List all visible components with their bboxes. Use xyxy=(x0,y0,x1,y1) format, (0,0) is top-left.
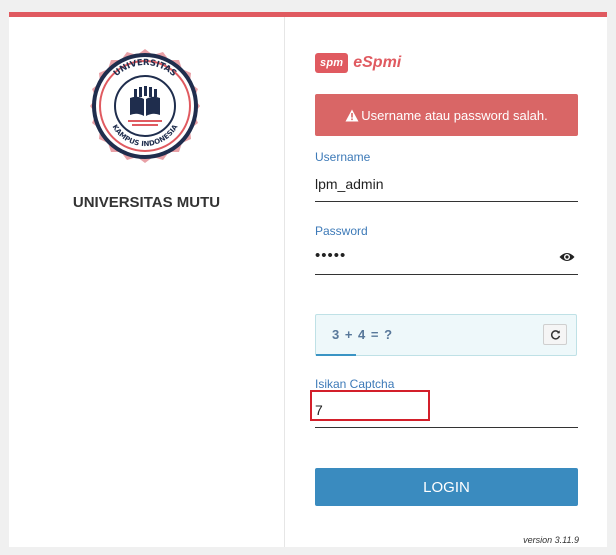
university-name: UNIVERSITAS MUTU xyxy=(72,194,221,211)
warning-icon xyxy=(345,109,359,121)
captcha-highlight-box xyxy=(310,390,430,421)
password-underline xyxy=(315,274,578,275)
refresh-icon xyxy=(550,330,560,340)
refresh-captcha-button[interactable] xyxy=(543,324,567,345)
right-panel: spm eSpmi Username atau password salah. … xyxy=(315,17,579,547)
captcha-box: 3 + 4 = ? xyxy=(315,314,577,356)
captcha-question: 3 + 4 = ? xyxy=(332,327,394,342)
password-input[interactable]: ••••• xyxy=(315,247,346,264)
brand-badge: spm xyxy=(315,53,349,73)
login-button[interactable]: LOGIN xyxy=(315,468,578,506)
username-underline xyxy=(315,201,578,202)
version-label: version 3.11.9 xyxy=(523,535,579,545)
captcha-underline xyxy=(315,427,578,428)
captcha-label: Isikan Captcha xyxy=(315,377,395,391)
captcha-focus-bar xyxy=(316,354,356,356)
university-seal-logo: UNIVERSITAS KAMPUS INDONESIA xyxy=(82,43,208,169)
show-password-icon[interactable] xyxy=(559,251,575,263)
username-input[interactable]: lpm_admin xyxy=(315,176,383,192)
left-panel: UNIVERSITAS KAMPUS INDONESIA UNIVERSITAS… xyxy=(9,17,284,547)
brand-name: eSpmi xyxy=(353,54,402,71)
error-alert: Username atau password salah. xyxy=(315,94,578,136)
brand-logo: spm eSpmi xyxy=(315,50,401,76)
password-label: Password xyxy=(315,224,368,238)
error-message: Username atau password salah. xyxy=(361,107,548,123)
username-label: Username xyxy=(315,150,371,164)
panel-divider xyxy=(284,17,285,547)
login-card: UNIVERSITAS KAMPUS INDONESIA UNIVERSITAS… xyxy=(9,12,607,547)
